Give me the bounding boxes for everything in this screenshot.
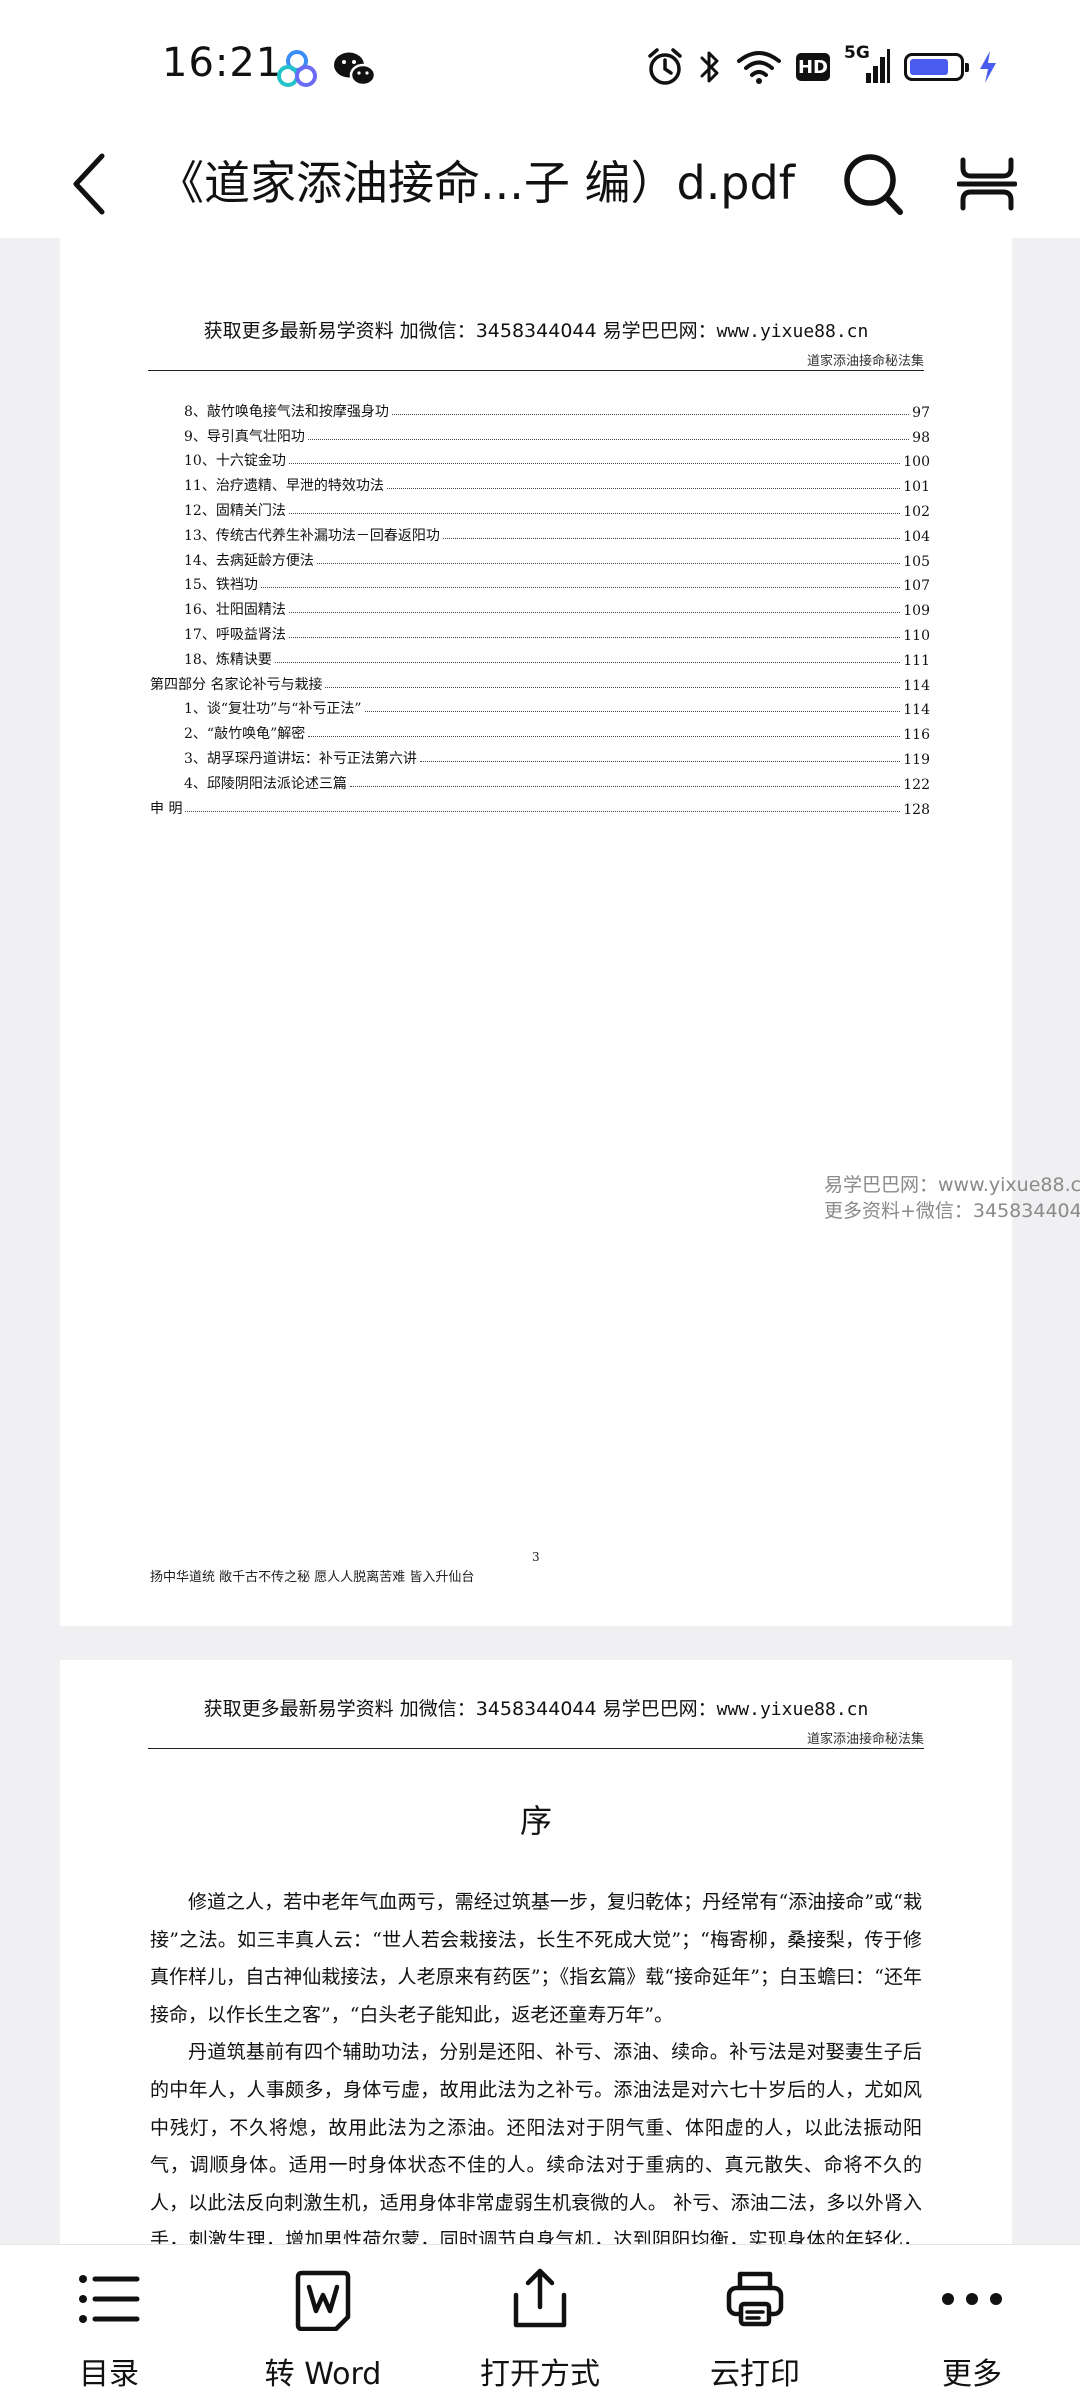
toc-entry: 17、呼吸益肾法 110 bbox=[184, 626, 930, 644]
page-header: 获取更多最新易学资料 加微信：3458344044 易学巴巴网：www.yixu… bbox=[60, 1694, 1012, 1721]
preface-paragraph: 修道之人，若中老年气血两亏，需经过筑基一步，复归乾体；丹经常有“添油接命”或“栽… bbox=[150, 1891, 922, 2026]
printer-icon bbox=[719, 2263, 791, 2335]
status-time: 16:21 bbox=[162, 40, 283, 86]
pdf-page-toc: 获取更多最新易学资料 加微信：3458344044 易学巴巴网：www.yixu… bbox=[60, 282, 1012, 1626]
preface-paragraph: 丹道筑基前有四个辅助功法，分别是还阳、补亏、添油、续命。补亏法是对娶妻生子后的中… bbox=[150, 2041, 922, 2244]
preface-title: 序 bbox=[519, 1802, 552, 1840]
title-bar: 《道家添油接命...子 编）d.pdf bbox=[0, 130, 1080, 238]
convert-word-button[interactable]: 转 Word bbox=[238, 2253, 408, 2393]
back-arrow-icon bbox=[73, 153, 105, 215]
alarm-icon bbox=[646, 47, 684, 87]
cloud-print-button[interactable]: 云打印 bbox=[670, 2253, 840, 2393]
header-rule bbox=[148, 370, 924, 371]
page-header: 获取更多最新易学资料 加微信：3458344044 易学巴巴网：www.yixu… bbox=[60, 316, 1012, 343]
page-number: 3 bbox=[532, 1550, 540, 1564]
toc-section-entry: 申 明 128 bbox=[150, 800, 930, 818]
watermark-line-2: 更多资料+微信：3458344044 bbox=[824, 1200, 1080, 1222]
word-convert-icon bbox=[287, 2263, 359, 2335]
pdf-viewer[interactable]: 获取更多最新易学资料 加微信：3458344044 易学巴巴网：www.yixu… bbox=[0, 238, 1080, 2244]
watermark-line-1: 易学巴巴网：www.yixue88.cn bbox=[824, 1174, 1080, 1196]
page-header-url: www.yixue88.cn bbox=[716, 321, 869, 342]
toc-entry: 13、传统古代养生补漏功法－回春返阳功 104 bbox=[184, 527, 930, 545]
battery-icon bbox=[904, 53, 969, 81]
toc-entry: 16、壮阳固精法 109 bbox=[184, 602, 930, 620]
watermark: 易学巴巴网：www.yixue88.cn 更多资料+微信：3458344044 bbox=[824, 1172, 1080, 1224]
status-bar: 16:21 HD 5G bbox=[0, 0, 1080, 130]
search-icon bbox=[844, 154, 903, 215]
bluetooth-icon bbox=[698, 48, 722, 86]
pdf-page-preface: 获取更多最新易学资料 加微信：3458344044 易学巴巴网：www.yixu… bbox=[60, 1660, 1012, 2244]
toc-button[interactable]: 目录 bbox=[24, 2253, 194, 2393]
page-header-url: www.yixue88.cn bbox=[716, 1699, 869, 1720]
toc-button-label: 目录 bbox=[79, 2357, 139, 2392]
toc-entry: 8、敲竹唤龟接气法和按摩强身功 97 bbox=[184, 403, 930, 421]
page-footer: 扬中华道统 敞千古不传之秘 愿人人脱离苦难 皆入升仙台 bbox=[150, 1570, 475, 1585]
search-button[interactable] bbox=[838, 146, 908, 222]
cloud-app-icon bbox=[276, 48, 318, 90]
toc-entry: 18、炼精诀要 111 bbox=[184, 651, 930, 669]
battery-level bbox=[910, 59, 949, 75]
wifi-icon bbox=[736, 49, 782, 85]
page-subheader: 道家添油接命秘法集 bbox=[806, 354, 924, 369]
toc-entry: 3、胡孚琛丹道讲坛：补亏正法第六讲 119 bbox=[184, 750, 930, 768]
wechat-icon bbox=[332, 48, 378, 90]
header-rule bbox=[148, 1748, 924, 1749]
toc-entry: 12、固精关门法 102 bbox=[184, 502, 930, 520]
toc-entry: 9、导引真气壮阳功 98 bbox=[184, 428, 930, 446]
charging-icon bbox=[978, 50, 998, 84]
reading-mode-button[interactable] bbox=[952, 146, 1022, 222]
hd-icon: HD bbox=[796, 53, 830, 81]
more-icon bbox=[936, 2263, 1008, 2335]
toc-entry: 11、治疗遗精、早泄的特效功法 101 bbox=[184, 478, 930, 496]
page-header-text: 获取更多最新易学资料 加微信：3458344044 易学巴巴网： bbox=[203, 320, 717, 342]
scan-icon bbox=[957, 157, 1017, 211]
convert-word-label: 转 Word bbox=[264, 2357, 382, 2392]
document-title: 《道家添油接命...子 编）d.pdf bbox=[158, 156, 795, 210]
more-button[interactable]: 更多 bbox=[887, 2253, 1057, 2393]
toc-entry: 1、谈“复壮功”与“补亏正法” 114 bbox=[184, 701, 930, 719]
open-with-label: 打开方式 bbox=[480, 2357, 600, 2392]
back-button[interactable] bbox=[60, 144, 116, 224]
cloud-print-label: 云打印 bbox=[710, 2357, 800, 2392]
toc-entry: 10、十六锭金功 100 bbox=[184, 453, 930, 471]
preface-body: 修道之人，若中老年气血两亏，需经过筑基一步，复归乾体；丹经常有“添油接命”或“栽… bbox=[150, 1884, 922, 2244]
more-button-label: 更多 bbox=[942, 2357, 1002, 2392]
bottom-toolbar: 目录 转 Word 打开方式 云打印 更多 bbox=[0, 2244, 1080, 2401]
open-with-button[interactable]: 打开方式 bbox=[455, 2253, 625, 2393]
page-header-text: 获取更多最新易学资料 加微信：3458344044 易学巴巴网： bbox=[203, 1698, 717, 1720]
toc-entry: 15、铁裆功 107 bbox=[184, 577, 930, 595]
list-icon bbox=[73, 2263, 145, 2335]
toc-entry: 2、“敲竹唤龟”解密 116 bbox=[184, 726, 930, 744]
toc-section-entry: 第四部分 名家论补亏与栽接 114 bbox=[150, 676, 930, 694]
table-of-contents: 8、敲竹唤龟接气法和按摩强身功 97 9、导引真气壮阳功 98 10、十六锭金功 10… bbox=[150, 396, 930, 818]
toc-entry: 4、邱陵阴阳法派论述三篇 122 bbox=[184, 775, 930, 793]
share-icon bbox=[504, 2263, 576, 2335]
page-subheader: 道家添油接命秘法集 bbox=[806, 1732, 924, 1747]
toc-entry: 14、去病延龄方便法 105 bbox=[184, 552, 930, 570]
signal-5g-icon: 5G bbox=[844, 43, 890, 87]
